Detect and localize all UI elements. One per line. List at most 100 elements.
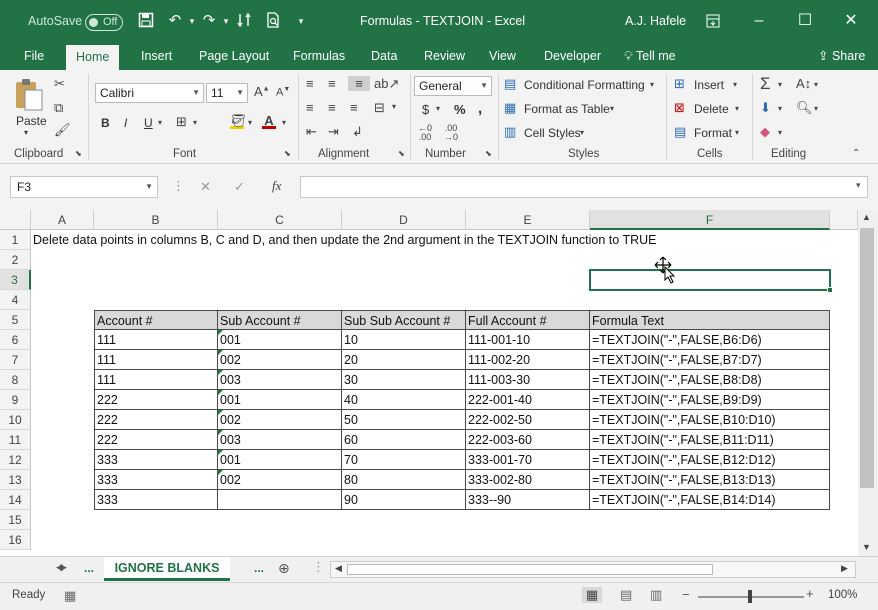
font-name-select[interactable]: Calibri ▼ [95,83,204,103]
format-painter-icon[interactable]: 🖌︎ [54,122,71,138]
table-cell-sub-sub-account[interactable]: 70 [342,450,466,470]
font-color-dropdown-icon[interactable]: ▾ [282,118,286,127]
borders-dropdown-icon[interactable]: ▾ [193,118,197,127]
delete-cells-icon[interactable]: ⊠ [674,100,685,116]
decrease-decimal-icon[interactable]: .00 →0 [444,124,458,142]
insert-cells-icon[interactable]: ⊞ [674,76,685,92]
bottom-align-icon[interactable]: ≡ [348,76,370,91]
cell-styles-button[interactable]: Cell Styles [524,126,581,140]
table-cell-full-account[interactable]: 333-002-80 [466,470,590,490]
print-preview-icon[interactable] [264,12,282,30]
table-cell-account[interactable]: 222 [94,390,218,410]
fill-color-dropdown-icon[interactable]: ▾ [248,118,252,127]
redo-dropdown-icon[interactable]: ▾ [217,12,235,30]
collapse-ribbon-icon[interactable]: ⌃ [852,148,860,159]
font-color-icon[interactable]: A [262,113,276,129]
format-as-table-dropdown-icon[interactable]: ▾ [610,104,614,113]
next-sheet-icon[interactable]: ▶ [60,562,67,573]
confirm-entry-icon[interactable]: ✓ [234,179,245,195]
row-header-14[interactable]: 14 [0,490,31,510]
zoom-level[interactable]: 100% [828,589,857,601]
table-cell-account[interactable]: 333 [94,470,218,490]
name-box-dropdown-icon[interactable]: ▼ [145,177,153,197]
undo-dropdown-icon[interactable]: ▾ [183,12,201,30]
table-cell-sub-account[interactable]: 002 [218,410,342,430]
currency-dropdown-icon[interactable]: ▾ [436,104,440,113]
clear-dropdown-icon[interactable]: ▾ [778,128,782,137]
table-cell-formula-text[interactable]: =TEXTJOIN("-",FALSE,B9:D9) [590,390,830,410]
cut-icon[interactable]: ✂ [54,76,65,92]
sheets-left-overflow[interactable]: ... [84,561,94,575]
table-cell-full-account[interactable]: 333-001-70 [466,450,590,470]
vertical-scroll-thumb[interactable] [860,228,874,488]
cancel-entry-icon[interactable]: ✕ [200,179,211,195]
scroll-left-icon[interactable]: ◀ [335,563,342,574]
table-cell-account[interactable]: 333 [94,490,218,510]
worksheet-grid[interactable]: A B C D E F 1 2 3 4 5 6 7 8 9 10 11 12 13 14 15 16 Acco… [0,210,858,556]
bold-button[interactable]: B [101,116,110,130]
instruction-text[interactable]: Delete data points in columns B, C and D… [31,230,831,250]
tab-formulas[interactable]: Formulas [283,44,355,70]
tab-insert[interactable]: Insert [131,44,182,70]
minimize-icon[interactable]: – [744,8,774,34]
scroll-right-icon[interactable]: ▶ [841,563,848,574]
customize-qat-icon[interactable]: ▾ [292,12,310,30]
fill-handle[interactable] [827,287,833,293]
format-cells-icon[interactable]: ▤ [674,124,686,140]
table-cell-sub-sub-account[interactable]: 10 [342,330,466,350]
vertical-scrollbar[interactable]: ▲ ▼ [858,210,878,556]
autosum-icon[interactable]: Σ [760,74,771,94]
table-cell-sub-sub-account[interactable]: 30 [342,370,466,390]
decrease-font-icon[interactable]: A▼ [276,86,290,99]
tab-developer[interactable]: Developer [534,44,611,70]
table-cell-sub-sub-account[interactable]: 40 [342,390,466,410]
zoom-in-icon[interactable]: + [806,586,814,601]
table-cell-formula-text[interactable]: =TEXTJOIN("-",FALSE,B13:D13) [590,470,830,490]
percent-button[interactable]: % [454,102,466,117]
close-icon[interactable]: ✕ [836,8,866,34]
table-cell-full-account[interactable]: 333--90 [466,490,590,510]
increase-indent-icon[interactable]: ⇥ [328,124,339,140]
conditional-formatting-icon[interactable]: ▤ [504,76,516,92]
tab-split-handle-icon[interactable]: ⋮ [312,559,325,575]
table-cell-formula-text[interactable]: =TEXTJOIN("-",FALSE,B11:D11) [590,430,830,450]
row-header-5[interactable]: 5 [0,310,31,330]
macro-record-icon[interactable]: ▦ [64,588,76,604]
row-header-1[interactable]: 1 [0,230,31,250]
insert-dropdown-icon[interactable]: ▾ [733,80,737,89]
currency-button[interactable]: $ [422,102,429,117]
table-cell-account[interactable]: 111 [94,370,218,390]
fill-color-icon[interactable]: 🪣︎ [230,113,247,129]
cell-styles-icon[interactable]: ▥ [504,124,516,140]
find-select-dropdown-icon[interactable]: ▾ [814,104,818,113]
row-header-12[interactable]: 12 [0,450,31,470]
italic-button[interactable]: I [124,116,127,130]
insert-function-button[interactable]: fx [272,178,281,194]
insert-cells-button[interactable]: Insert [694,78,724,92]
user-name[interactable]: A.J. Hafele [625,14,686,28]
increase-decimal-icon[interactable]: ←0.00 [418,124,432,142]
table-cell-sub-account[interactable]: 002 [218,350,342,370]
table-cell-full-account[interactable]: 222-002-50 [466,410,590,430]
tab-page-layout[interactable]: Page Layout [189,44,279,70]
format-cells-button[interactable]: Format [694,126,732,140]
table-cell-sub-account[interactable]: 001 [218,330,342,350]
table-cell-sub-account[interactable]: 001 [218,450,342,470]
row-header-2[interactable]: 2 [0,250,31,270]
format-dropdown-icon[interactable]: ▾ [735,128,739,137]
table-cell-sub-sub-account[interactable]: 80 [342,470,466,490]
table-cell-full-account[interactable]: 111-003-30 [466,370,590,390]
sort-filter-icon[interactable]: A↕ [796,76,811,91]
underline-button[interactable]: U [144,116,153,130]
delete-cells-button[interactable]: Delete [694,102,729,116]
column-header-d[interactable]: D [342,210,466,230]
autosave-toggle[interactable]: Off [85,14,123,31]
new-sheet-icon[interactable]: ⊕ [278,560,290,577]
row-header-15[interactable]: 15 [0,510,31,530]
number-format-select[interactable]: General ▼ [414,76,492,96]
page-break-view-icon[interactable]: ▥ [650,587,662,603]
number-launcher-icon[interactable]: ⬊ [485,149,492,158]
column-header-c[interactable]: C [218,210,342,230]
wrap-text-icon[interactable]: ↲ [352,124,363,140]
column-header-a[interactable]: A [31,210,94,230]
